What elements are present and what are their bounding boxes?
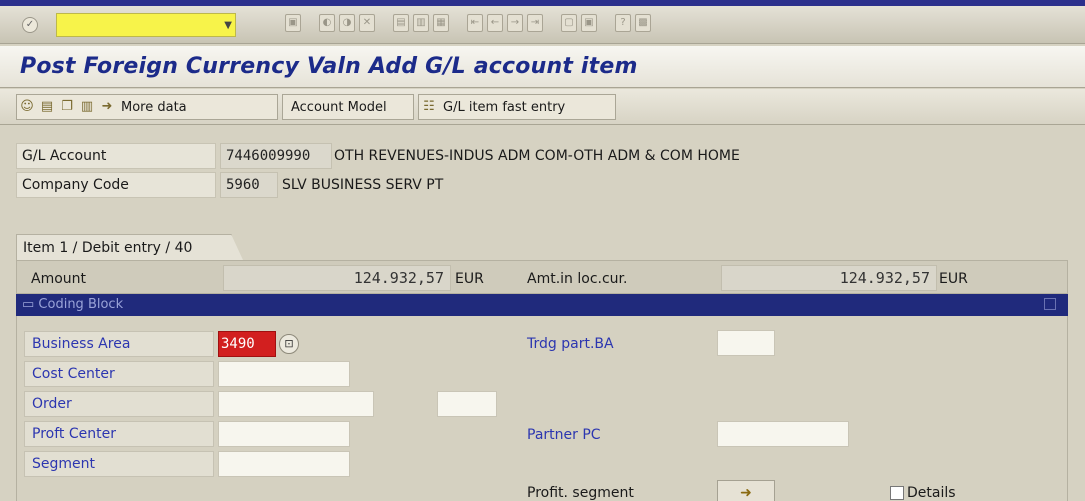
coding-block-title: ▭ Coding Block [22, 297, 124, 312]
local-amount-value: 124.932,57 [721, 265, 937, 291]
print-icon[interactable]: ▤ [393, 14, 409, 32]
partner-pc-input[interactable] [717, 421, 849, 447]
details-label: Details [907, 485, 956, 501]
details-checkbox[interactable] [890, 486, 904, 500]
cancel-icon[interactable]: ✕ [359, 14, 375, 32]
local-amount-currency: EUR [939, 271, 968, 287]
company-code-value: 5960 [220, 172, 278, 198]
profit-segment-button[interactable]: ➜ [717, 480, 775, 501]
amount-value: 124.932,57 [223, 265, 451, 291]
next-page-icon[interactable]: → [507, 14, 523, 32]
gl-account-description: OTH REVENUES-INDUS ADM COM-OTH ADM & COM… [334, 148, 740, 164]
command-field[interactable]: ▼ [56, 13, 236, 37]
system-toolbar-icons: ▣ ◐ ◑ ✕ ▤ ▥ ▦ ⇤ ← → ⇥ ▢ ▣ ? ▩ [285, 14, 651, 32]
title-bar: Post Foreign Currency Valn Add G/L accou… [0, 46, 1085, 88]
cost-center-label: Cost Center [24, 361, 214, 387]
order-label: Order [24, 391, 214, 417]
gl-account-label: G/L Account [16, 143, 216, 169]
business-area-label: Business Area [24, 331, 214, 357]
segment-input[interactable] [218, 451, 350, 477]
amount-bar: Amount 124.932,57 EUR Amt.in loc.cur. 12… [16, 260, 1068, 294]
fast-entry-icon: ☷ [423, 99, 435, 114]
item-actions-group: ☺ ▤ ❐ ▥ ➜ More data [16, 94, 278, 120]
back-icon[interactable]: ◐ [319, 14, 335, 32]
check-icon[interactable]: ✓ [22, 17, 38, 33]
profit-segment-label: Profit. segment [527, 485, 634, 501]
save-icon[interactable]: ▣ [285, 14, 301, 32]
item-tab: Item 1 / Debit entry / 40 [16, 234, 243, 260]
user-icon[interactable]: ☺ [17, 97, 37, 117]
company-code-description: SLV BUSINESS SERV PT [282, 177, 444, 193]
order-extra-input[interactable] [437, 391, 497, 417]
order-input[interactable] [218, 391, 374, 417]
account-model-label: Account Model [291, 99, 387, 115]
local-amount-label: Amt.in loc.cur. [527, 271, 628, 287]
expand-icon[interactable] [1044, 298, 1056, 310]
gl-account-value: 7446009990 [220, 143, 332, 169]
find-icon[interactable]: ▥ [413, 14, 429, 32]
system-toolbar: ✓ ▼ ▣ ◐ ◑ ✕ ▤ ▥ ▦ ⇤ ← → ⇥ ▢ ▣ ? ▩ [0, 0, 1085, 44]
coding-block-header: ▭ Coding Block [16, 294, 1068, 316]
segment-label: Segment [24, 451, 214, 477]
partner-pc-label: Partner PC [527, 427, 601, 443]
help-icon[interactable]: ? [615, 14, 631, 32]
company-code-label: Company Code [16, 172, 216, 198]
search-help-icon[interactable]: ⊡ [279, 334, 299, 354]
exit-icon[interactable]: ◑ [339, 14, 355, 32]
first-page-icon[interactable]: ⇤ [467, 14, 483, 32]
overview-icon[interactable]: ▥ [77, 97, 97, 117]
arrow-icon[interactable]: ➜ [97, 97, 117, 117]
prev-page-icon[interactable]: ← [487, 14, 503, 32]
profit-center-label: Proft Center [24, 421, 214, 447]
account-model-button[interactable]: Account Model [282, 94, 414, 120]
layout-icon[interactable]: ▩ [635, 14, 651, 32]
window-top-border [0, 0, 1085, 6]
trdg-part-label: Trdg part.BA [527, 336, 614, 352]
copy-icon[interactable]: ❐ [57, 97, 77, 117]
document-icon[interactable]: ▤ [37, 97, 57, 117]
fast-entry-button[interactable]: ☷ G/L item fast entry [418, 94, 616, 120]
application-toolbar: ☺ ▤ ❐ ▥ ➜ More data Account Model ☷ G/L … [0, 89, 1085, 125]
fast-entry-label: G/L item fast entry [443, 99, 566, 115]
dropdown-arrow-icon[interactable]: ▼ [224, 20, 232, 31]
cost-center-input[interactable] [218, 361, 350, 387]
profit-center-input[interactable] [218, 421, 350, 447]
last-page-icon[interactable]: ⇥ [527, 14, 543, 32]
amount-label: Amount [31, 271, 87, 287]
more-data-button[interactable]: More data [117, 100, 193, 115]
new-session-icon[interactable]: ▢ [561, 14, 577, 32]
amount-currency: EUR [455, 271, 484, 287]
shortcut-icon[interactable]: ▣ [581, 14, 597, 32]
business-area-input[interactable]: 3490 [218, 331, 276, 357]
trdg-part-input[interactable] [717, 330, 775, 356]
find-next-icon[interactable]: ▦ [433, 14, 449, 32]
page-title: Post Foreign Currency Valn Add G/L accou… [20, 54, 638, 79]
